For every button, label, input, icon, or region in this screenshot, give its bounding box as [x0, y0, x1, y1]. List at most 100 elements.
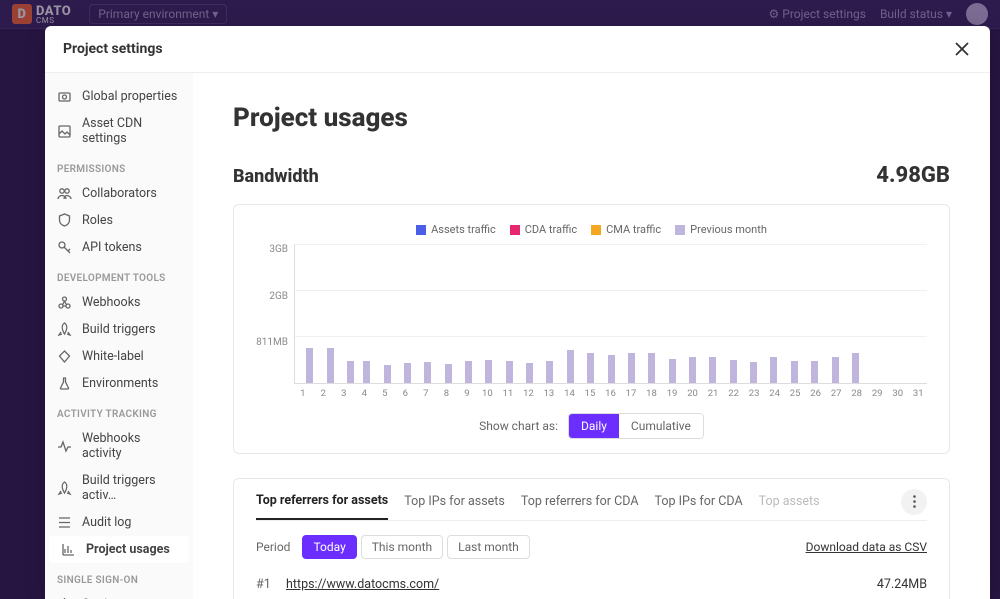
tab-top-referrers-assets[interactable]: Top referrers for assets [256, 483, 388, 520]
bar-day-11 [501, 244, 518, 383]
nav-settings[interactable]: Settings [45, 591, 193, 599]
x-tick: 20 [684, 388, 702, 399]
x-tick: 18 [643, 388, 661, 399]
legend-assets: Assets traffic [416, 223, 496, 236]
x-tick: 15 [581, 388, 599, 399]
bar-previous [689, 357, 696, 383]
nav-collaborators[interactable]: Collaborators [45, 180, 193, 207]
page-title: Project usages [233, 103, 950, 133]
referrer-url-link[interactable]: https://www.datocms.com/ [286, 577, 877, 592]
nav-project-usages[interactable]: Project usages [49, 536, 189, 563]
bar-previous [628, 353, 635, 383]
period-label: Period [256, 540, 290, 554]
bar-previous [791, 361, 798, 383]
nav-section-activity: ACTIVITY TRACKING [45, 397, 193, 425]
x-tick: 23 [745, 388, 763, 399]
more-icon[interactable] [901, 489, 927, 515]
x-tick: 9 [458, 388, 476, 399]
shield-icon [57, 213, 72, 228]
list-icon [57, 515, 72, 530]
tab-top-assets[interactable]: Top assets [759, 484, 820, 519]
row-size: 47.24MB [877, 577, 927, 592]
legend-cma: CMA traffic [591, 223, 661, 236]
nav-environments[interactable]: Environments [45, 370, 193, 397]
toggle-cumulative[interactable]: Cumulative [619, 414, 703, 438]
bar-previous [608, 355, 615, 383]
bar-previous [485, 360, 492, 383]
nav-roles[interactable]: Roles [45, 207, 193, 234]
nav-asset-cdn-settings[interactable]: Asset CDN settings [45, 110, 193, 152]
filter-row: Period Today This month Last month Downl… [256, 535, 927, 559]
bar-previous [832, 357, 839, 383]
x-tick: 8 [438, 388, 456, 399]
nav-webhooks[interactable]: Webhooks [45, 289, 193, 316]
table-row: #1https://www.datocms.com/47.24MB [256, 571, 927, 598]
bandwidth-value: 4.98GB [876, 163, 950, 188]
nav-webhooks-activity[interactable]: Webhooks activity [45, 425, 193, 467]
toggle-daily[interactable]: Daily [569, 414, 619, 438]
x-tick: 24 [766, 388, 784, 399]
period-this-month[interactable]: This month [361, 535, 443, 559]
y-axis: 3GB 2GB 811MB [256, 244, 294, 384]
bar-day-20 [684, 244, 701, 383]
bandwidth-label: Bandwidth [233, 166, 319, 187]
nav-build-triggers[interactable]: Build triggers [45, 316, 193, 343]
download-csv-link[interactable]: Download data as CSV [806, 540, 927, 554]
bar-previous [709, 357, 716, 383]
bar-previous [811, 361, 818, 383]
nav-white-label[interactable]: White-label [45, 343, 193, 370]
bar-previous [465, 361, 472, 383]
x-tick: 10 [479, 388, 497, 399]
bar-day-29 [867, 244, 884, 383]
bar-day-10 [480, 244, 497, 383]
nav-api-tokens[interactable]: API tokens [45, 234, 193, 261]
x-tick: 30 [889, 388, 907, 399]
bar-previous [852, 353, 859, 383]
key-icon [57, 240, 72, 255]
period-last-month[interactable]: Last month [447, 535, 530, 559]
x-tick: 4 [356, 388, 374, 399]
chart-toggle-row: Show chart as: Daily Cumulative [256, 413, 927, 439]
x-tick: 1 [294, 388, 312, 399]
close-icon[interactable] [952, 39, 972, 59]
chart-mode-toggle: Daily Cumulative [568, 413, 704, 439]
x-tick: 25 [786, 388, 804, 399]
bar-day-19 [663, 244, 680, 383]
referrer-tabs: Top referrers for assets Top IPs for ass… [256, 483, 927, 521]
chart-toggle-label: Show chart as: [479, 419, 558, 433]
bar-day-24 [765, 244, 782, 383]
nav-audit-log[interactable]: Audit log [45, 509, 193, 536]
settings-content: Project usages Bandwidth 4.98GB Assets t… [193, 73, 990, 599]
chart-icon [61, 542, 76, 557]
nav-build-triggers-activ-[interactable]: Build triggers activ… [45, 467, 193, 509]
bar-day-2 [317, 244, 334, 383]
x-tick: 21 [704, 388, 722, 399]
x-tick: 28 [848, 388, 866, 399]
bar-day-23 [745, 244, 762, 383]
bar-day-26 [806, 244, 823, 383]
bar-previous [526, 363, 533, 383]
bar-previous [730, 360, 737, 383]
x-tick: 13 [540, 388, 558, 399]
bar-day-18 [643, 244, 660, 383]
bar-previous [506, 361, 513, 383]
x-tick: 7 [417, 388, 435, 399]
bar-day-5 [378, 244, 395, 383]
x-tick: 22 [725, 388, 743, 399]
nav-global-properties[interactable]: Global properties [45, 83, 193, 110]
bar-day-28 [847, 244, 864, 383]
bar-day-13 [541, 244, 558, 383]
tab-top-ips-cda[interactable]: Top IPs for CDA [654, 484, 742, 519]
x-tick: 26 [807, 388, 825, 399]
tab-top-referrers-cda[interactable]: Top referrers for CDA [521, 484, 639, 519]
bar-previous [306, 348, 313, 383]
nav-section-permissions: PERMISSIONS [45, 152, 193, 180]
bar-day-16 [602, 244, 619, 383]
bar-day-17 [623, 244, 640, 383]
period-today[interactable]: Today [302, 535, 356, 559]
bar-previous [404, 363, 411, 383]
tab-top-ips-assets[interactable]: Top IPs for assets [404, 484, 505, 519]
chart-legend: Assets traffic CDA traffic CMA traffic P… [256, 223, 927, 236]
bar-day-30 [887, 244, 904, 383]
bar-previous [384, 365, 391, 383]
